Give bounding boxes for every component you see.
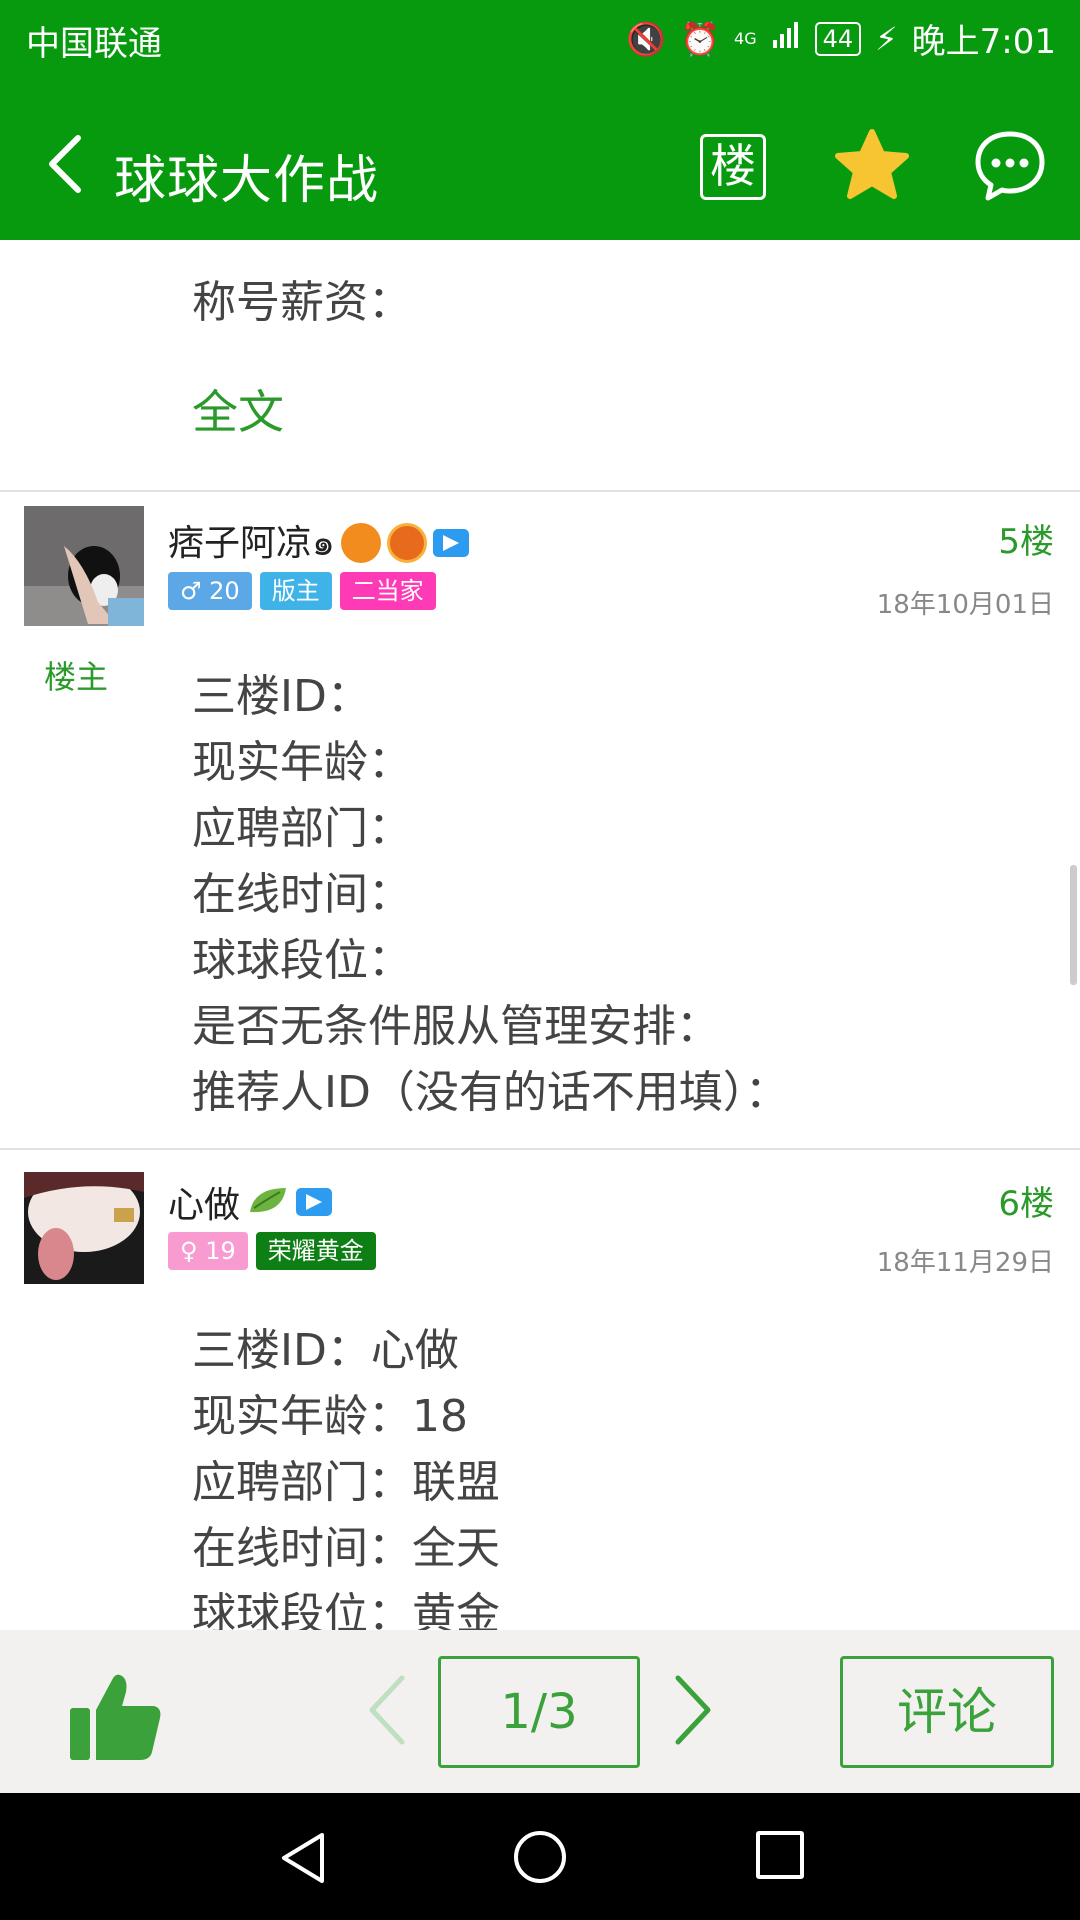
rank-tag: 荣耀黄金 <box>255 1232 376 1270</box>
post-body: 三楼ID：心做 现实年龄：18 应聘部门：联盟 在线时间：全天 球球段位：黄金 <box>192 1318 500 1630</box>
nav-home-icon[interactable] <box>512 1829 568 1885</box>
user-tags: ♀ 19 荣耀黄金 <box>168 1232 376 1270</box>
role-tag: 版主 <box>259 572 332 610</box>
post-line: 球球段位： <box>192 935 412 986</box>
post-body: 三楼ID： 现实年龄： 应聘部门： 在线时间： 球球段位： 是否无条件服从管理安… <box>192 664 789 1126</box>
charging-icon: ⚡ <box>875 19 898 58</box>
post-date: 18年11月29日 <box>876 1248 1054 1278</box>
video-icon <box>296 1188 333 1216</box>
post-line: 三楼ID： <box>192 671 371 722</box>
floor-number: 5楼 <box>998 522 1054 562</box>
post-floor-5: 楼主 痞子阿凉๑ ♂ 20 版主 二当家 5楼 18年10月01日 三楼ID： … <box>0 492 1080 1146</box>
avatar[interactable] <box>24 1172 144 1284</box>
previous-post-tail: 称号薪资： 全文 <box>0 240 1080 490</box>
video-icon <box>432 528 469 557</box>
floor-number: 6楼 <box>998 1184 1054 1224</box>
username[interactable]: 心做 <box>168 1176 240 1228</box>
signal-icon <box>771 20 801 58</box>
username[interactable]: 痞子阿凉๑ <box>168 514 335 571</box>
battery-indicator: 44 <box>814 21 862 56</box>
username-row: 心做 <box>168 1176 333 1228</box>
app-header: 球球大作战 楼 <box>0 76 1080 240</box>
post-line: 现实年龄：18 <box>192 1391 468 1442</box>
medal-badge-icon <box>386 522 427 563</box>
star-icon[interactable] <box>832 126 912 206</box>
username-row: 痞子阿凉๑ <box>168 514 469 571</box>
op-badge: 楼主 <box>44 658 109 696</box>
post-line: 在线时间： <box>192 869 412 920</box>
post-line: 应聘部门：联盟 <box>192 1457 500 1508</box>
floor-button[interactable]: 楼 <box>700 134 766 200</box>
system-nav-bar <box>0 1793 1080 1920</box>
network-type: 4G <box>734 28 757 48</box>
post-floor-6: 心做 ♀ 19 荣耀黄金 6楼 18年11月29日 三楼ID：心做 现实年龄：1… <box>0 1150 1080 1630</box>
post-line: 是否无条件服从管理安排： <box>192 1001 720 1052</box>
post-line: 三楼ID：心做 <box>192 1325 459 1376</box>
mute-icon: 🔇 <box>626 19 667 58</box>
post-date: 18年10月01日 <box>876 590 1054 620</box>
post-line: 在线时间：全天 <box>192 1523 500 1574</box>
post-line: 球球段位：黄金 <box>192 1589 500 1630</box>
scrollbar[interactable] <box>1070 865 1077 985</box>
thread-content: 称号薪资： 全文 楼主 痞子阿凉๑ ♂ 20 版主 二当家 5楼 18年10月0… <box>0 240 1080 1630</box>
carrier-name: 中国联通 <box>26 24 162 64</box>
post-line: 现实年龄： <box>192 737 412 788</box>
status-time: 晚上7:01 <box>911 22 1056 62</box>
nav-back-icon[interactable] <box>278 1831 328 1885</box>
full-text-link[interactable]: 全文 <box>192 376 284 442</box>
prev-page-icon[interactable] <box>366 1674 408 1746</box>
page-title: 球球大作战 <box>114 151 380 211</box>
status-bar: 中国联通 🔇 ⏰ 4G 44 ⚡ 晚上7:01 <box>0 0 1080 76</box>
crown-badge-icon <box>340 522 381 563</box>
chat-bubble-icon[interactable] <box>972 128 1048 204</box>
leaf-badge-icon <box>250 1188 287 1213</box>
next-page-icon[interactable] <box>672 1674 714 1746</box>
post-text-line: 称号薪资： <box>192 277 412 328</box>
bottom-action-bar: 1/3 评论 <box>0 1630 1080 1793</box>
post-line: 应聘部门： <box>192 803 412 854</box>
gender-age-tag: ♀ 19 <box>168 1232 248 1270</box>
user-tags: ♂ 20 版主 二当家 <box>168 572 436 610</box>
page-indicator[interactable]: 1/3 <box>438 1656 640 1768</box>
gender-age-tag: ♂ 20 <box>168 572 252 610</box>
avatar[interactable] <box>24 506 144 626</box>
nav-recent-apps-icon[interactable] <box>756 1831 804 1879</box>
status-icons: 🔇 ⏰ 4G 44 ⚡ 晚上7:01 <box>626 14 1056 63</box>
thumbs-up-icon[interactable] <box>68 1670 164 1762</box>
back-arrow-icon[interactable] <box>44 134 84 194</box>
alarm-icon: ⏰ <box>680 19 721 58</box>
title-tag: 二当家 <box>339 572 436 610</box>
post-line: 推荐人ID（没有的话不用填）： <box>192 1067 789 1118</box>
comment-button[interactable]: 评论 <box>840 1656 1054 1768</box>
